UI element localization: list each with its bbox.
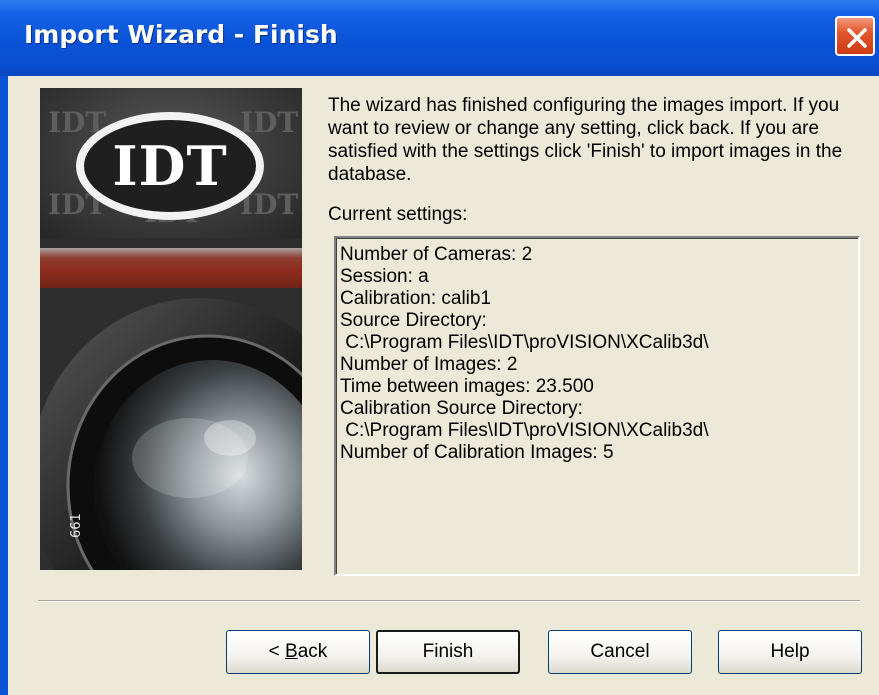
close-button[interactable] [835, 16, 875, 56]
camera-lens-image: 661 [40, 288, 302, 570]
setting-line: Source Directory: [340, 310, 487, 331]
close-x-icon [847, 28, 867, 48]
import-wizard-window: Import Wizard - Finish IDT IDT IDT IDT I… [0, 0, 879, 695]
setting-line: Calibration: calib1 [340, 288, 492, 309]
intro-text: The wizard has finished configuring the … [328, 95, 843, 185]
back-button-mnemonic: B [285, 641, 298, 662]
help-button[interactable]: Help [718, 630, 862, 674]
back-button-prefix: < [268, 641, 286, 662]
back-button-label: ack [297, 641, 328, 662]
separator-line [38, 600, 860, 602]
dialog-body: IDT IDT IDT IDT IDT IDT [8, 76, 879, 695]
cancel-button[interactable]: Cancel [548, 630, 692, 674]
back-button[interactable]: < Back [226, 630, 370, 674]
setting-line: Number of Cameras: 2 [340, 244, 533, 265]
setting-line: Number of Calibration Images: 5 [340, 442, 614, 463]
window-title: Import Wizard - Finish [24, 20, 338, 49]
settings-list: Number of Cameras: 2 Session: a Calibrat… [336, 238, 858, 464]
banner-stripe [40, 248, 302, 288]
idt-logo-text: IDT [112, 134, 228, 198]
title-bar[interactable]: Import Wizard - Finish [0, 0, 879, 76]
banner-logo-area: IDT IDT IDT IDT IDT IDT [40, 88, 302, 238]
idt-banner-image: IDT IDT IDT IDT IDT IDT [40, 88, 302, 570]
setting-line: Calibration Source Directory: [340, 398, 583, 419]
setting-line: C:\Program Files\IDT\proVISION\XCalib3d\ [340, 332, 709, 353]
setting-line: Session: a [340, 266, 429, 287]
setting-line: Time between images: 23.500 [340, 376, 594, 397]
current-settings-label: Current settings: [328, 204, 468, 225]
setting-line: Number of Images: 2 [340, 354, 518, 375]
finish-button[interactable]: Finish [376, 630, 520, 674]
lens-engraving: 661 [69, 513, 84, 538]
setting-line: C:\Program Files\IDT\proVISION\XCalib3d\ [340, 420, 709, 441]
settings-summary-box[interactable]: Number of Cameras: 2 Session: a Calibrat… [334, 236, 860, 576]
idt-logo: IDT [76, 112, 264, 220]
